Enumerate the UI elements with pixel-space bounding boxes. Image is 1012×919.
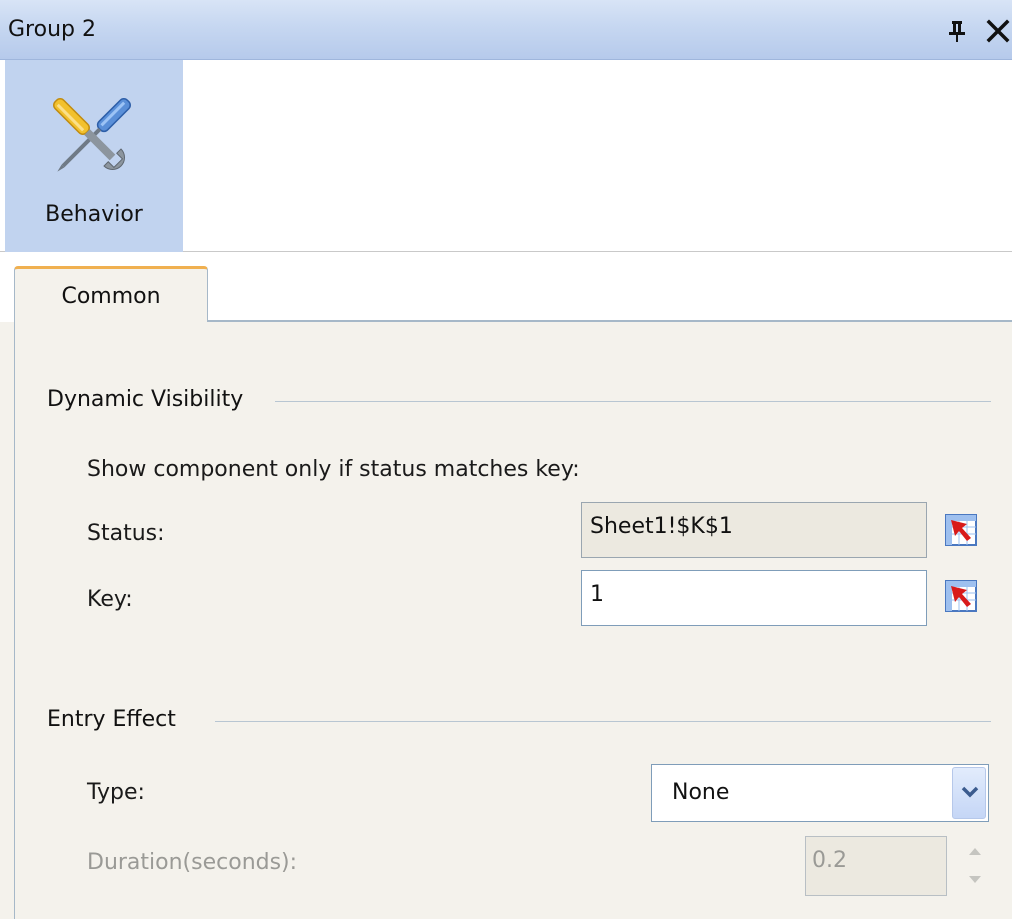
visibility-description: Show component only if status matches ke… xyxy=(87,457,580,482)
tab-common[interactable]: Common xyxy=(14,266,208,322)
spin-up-icon[interactable] xyxy=(961,836,989,865)
duration-field[interactable]: 0.2 xyxy=(805,836,947,896)
key-cell-picker-icon[interactable] xyxy=(945,580,977,612)
pin-icon[interactable] xyxy=(948,20,966,42)
section-divider xyxy=(275,401,991,402)
type-label: Type: xyxy=(87,780,145,805)
dropdown-button[interactable] xyxy=(952,767,986,819)
key-label: Key: xyxy=(87,587,133,612)
tab-strip: Common xyxy=(0,252,1012,322)
dynamic-visibility-header: Dynamic Visibility xyxy=(47,385,262,415)
status-label: Status: xyxy=(87,521,165,546)
type-dropdown[interactable]: None xyxy=(651,764,989,822)
spin-down-icon[interactable] xyxy=(961,866,989,895)
tab-common-label: Common xyxy=(61,284,161,309)
window-title-bar: Group 2 xyxy=(0,0,1012,60)
category-behavior[interactable]: Behavior xyxy=(5,60,183,252)
duration-label: Duration(seconds): xyxy=(87,850,298,875)
section-divider xyxy=(215,721,991,722)
properties-panel: Dynamic Visibility Show component only i… xyxy=(14,322,1012,919)
tools-icon xyxy=(53,98,131,172)
status-field[interactable]: Sheet1!$K$1 xyxy=(581,502,927,558)
duration-spinner xyxy=(961,836,989,896)
window-title: Group 2 xyxy=(8,17,96,42)
close-icon[interactable] xyxy=(985,18,1012,44)
category-strip: Behavior xyxy=(0,60,1012,252)
entry-effect-header: Entry Effect xyxy=(47,705,194,735)
chevron-down-icon xyxy=(961,786,979,798)
status-cell-picker-icon[interactable] xyxy=(945,514,977,546)
category-behavior-label: Behavior xyxy=(45,202,143,227)
type-dropdown-value: None xyxy=(672,780,730,805)
key-field[interactable]: 1 xyxy=(581,570,927,626)
